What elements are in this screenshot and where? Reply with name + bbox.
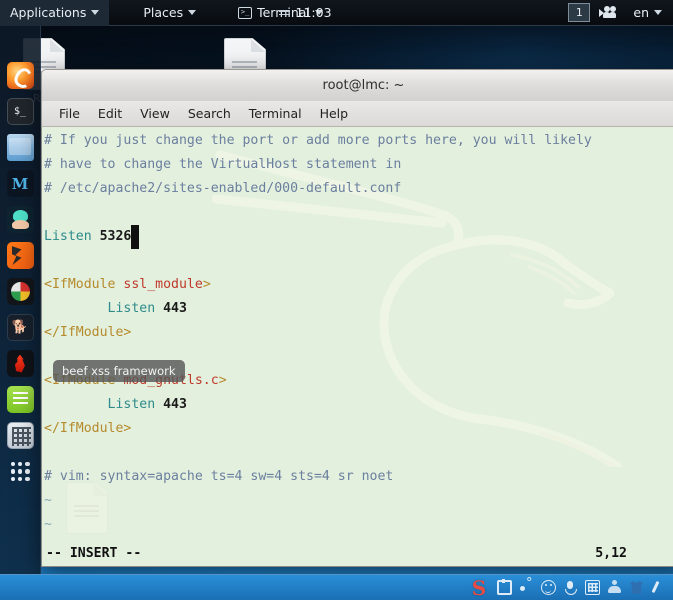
code-token: # If you just change the port or add mor… — [44, 133, 592, 148]
window-title: root@lmc: ~ — [322, 78, 405, 93]
menu-edit[interactable]: Edit — [90, 103, 130, 124]
smiley-icon[interactable] — [541, 580, 556, 595]
menu-file[interactable]: File — [51, 103, 88, 124]
code-token: # have to change the VirtualHost stateme… — [44, 157, 402, 172]
menu-applications[interactable]: Applications — [0, 0, 110, 26]
dock-item-metasploit[interactable]: M — [6, 170, 34, 197]
chevron-down-icon — [654, 10, 662, 15]
dock-item-burpsuite[interactable] — [6, 242, 34, 269]
keyboard-layout-label: en — [633, 5, 649, 20]
code-token: 5326 — [99, 229, 132, 244]
vim-mode-indicator: -- INSERT -- — [46, 546, 142, 561]
bottom-panel — [0, 574, 673, 600]
editor-line: # have to change the VirtualHost stateme… — [44, 153, 673, 177]
menu-terminal[interactable]: Terminal — [241, 103, 310, 124]
code-token: # vim: syntax=apache ts=4 sw=4 sts=4 sr … — [44, 469, 394, 484]
code-token: # /etc/apache2/sites-enabled/000-default… — [44, 181, 402, 196]
package-icon[interactable] — [497, 579, 512, 595]
vim-editor-buffer[interactable]: # If you just change the port or add mor… — [42, 127, 673, 566]
vim-status-line: -- INSERT -- 5,12 — [42, 542, 673, 566]
workspace-number: 1 — [575, 6, 583, 19]
editor-line: ~ — [44, 489, 673, 513]
editor-line: # /etc/apache2/sites-enabled/000-default… — [44, 177, 673, 201]
users-indicator[interactable] — [592, 0, 624, 26]
code-token: Listen — [107, 397, 164, 412]
menu-view[interactable]: View — [132, 103, 178, 124]
code-token: <IfModule — [44, 277, 124, 292]
terminal-window: root@lmc: ~ File Edit View Search Termin… — [41, 69, 673, 567]
dock-item-faraday[interactable] — [6, 350, 34, 377]
editor-line: Listen 443 — [44, 393, 673, 417]
editor-line: </IfModule> — [44, 321, 673, 345]
application-dock: $_ M 🐕 — [0, 26, 41, 574]
editor-line: </IfModule> — [44, 417, 673, 441]
top-panel: Applications Places >_ Terminal 11:03 1 … — [0, 0, 673, 26]
vim-cursor-position: 5,12 — [595, 546, 627, 561]
user-icon[interactable] — [607, 580, 622, 595]
hamburger-lines-icon — [278, 10, 290, 15]
shirt-icon[interactable] — [629, 580, 644, 595]
tooltip-text: beef xss framework — [62, 364, 176, 378]
dock-item-calculator[interactable] — [6, 422, 34, 449]
editor-line: Listen 5326 — [44, 225, 673, 249]
dock-tooltip: beef xss framework — [53, 360, 185, 382]
terminal-icon: >_ — [238, 6, 253, 19]
pen-icon[interactable] — [651, 580, 666, 595]
editor-line: ~ — [44, 513, 673, 537]
dock-item-beef-xss[interactable] — [6, 278, 34, 305]
editor-line: # If you just change the port or add mor… — [44, 129, 673, 153]
keyboard-layout-indicator[interactable]: en — [626, 0, 669, 26]
window-titlebar[interactable]: root@lmc: ~ — [41, 69, 673, 101]
chevron-down-icon — [91, 10, 100, 15]
keyboard-icon[interactable] — [585, 580, 600, 595]
dock-item-show-applications[interactable] — [7, 458, 34, 485]
microphone-icon[interactable] — [563, 580, 578, 595]
editor-line: # vim: syntax=apache ts=4 sw=4 sts=4 sr … — [44, 465, 673, 489]
dock-item-firefox[interactable] — [6, 62, 34, 89]
editor-line: Listen 443 — [44, 297, 673, 321]
workspace-switcher[interactable]: 1 — [568, 3, 591, 22]
menu-search[interactable]: Search — [180, 103, 239, 124]
applications-label: Applications — [10, 5, 87, 20]
code-token: ~ — [44, 493, 52, 508]
users-icon — [599, 6, 617, 19]
chevron-down-icon — [188, 10, 197, 15]
system-tray — [468, 576, 673, 598]
bluetooth-icon[interactable] — [519, 576, 534, 595]
menu-places[interactable]: Places — [133, 0, 206, 26]
dock-item-files[interactable] — [6, 134, 34, 161]
code-token: > — [218, 373, 227, 388]
places-label: Places — [143, 5, 184, 20]
skype-icon[interactable] — [468, 578, 490, 598]
clock[interactable]: 11:03 — [278, 5, 332, 20]
clock-label: 11:03 — [295, 5, 332, 20]
dock-item-armitage[interactable]: 🐕 — [6, 314, 34, 341]
dock-item-terminal[interactable]: $_ — [6, 98, 34, 125]
menu-help[interactable]: Help — [312, 103, 357, 124]
code-token: </IfModule> — [44, 421, 132, 436]
text-cursor — [131, 225, 140, 249]
code-token: ssl_module — [123, 277, 203, 292]
dock-item-wireshark[interactable] — [6, 206, 34, 233]
window-menubar: File Edit View Search Terminal Help — [41, 101, 673, 127]
code-token: Listen — [44, 229, 100, 244]
terminal-content-area[interactable]: getstatlog.txt # If you just change the … — [41, 127, 673, 567]
code-token: 443 — [163, 397, 187, 412]
editor-line: <IfModule ssl_module> — [44, 273, 673, 297]
code-token: 443 — [163, 301, 187, 316]
code-token: ~ — [44, 517, 52, 532]
dock-item-notes[interactable] — [6, 386, 34, 413]
code-token: </IfModule> — [44, 325, 132, 340]
code-token: Listen — [107, 301, 164, 316]
code-token: > — [202, 277, 211, 292]
